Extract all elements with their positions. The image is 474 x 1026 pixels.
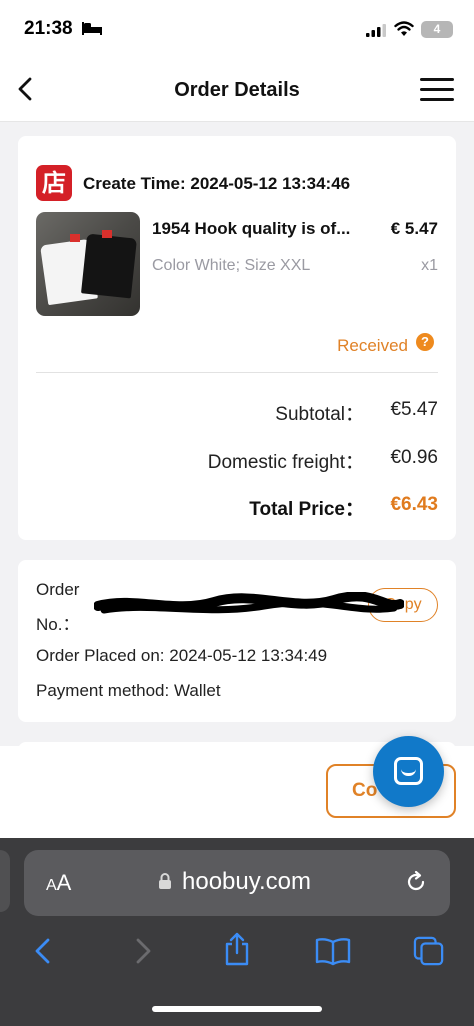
- product-image[interactable]: [36, 212, 140, 316]
- browser-forward-icon[interactable]: [128, 936, 158, 966]
- battery-indicator: 4: [421, 21, 453, 38]
- cellular-signal-icon: [366, 24, 386, 37]
- status-time: 21:38: [24, 18, 73, 39]
- divider: [36, 372, 438, 373]
- tag-graphic: [102, 230, 112, 238]
- freight-label: Domestic freight：: [207, 452, 364, 473]
- order-status: Received: [337, 336, 408, 355]
- help-icon[interactable]: ?: [416, 333, 434, 351]
- previous-tab-peek[interactable]: [0, 850, 10, 912]
- aa-large: A: [56, 870, 72, 895]
- share-icon[interactable]: [221, 932, 253, 966]
- order-placed-on: Order Placed on: 2024-05-12 13:34:49: [36, 646, 328, 665]
- address-bar[interactable]: AA hoobuy.com: [24, 850, 450, 916]
- reader-settings-button[interactable]: AA: [46, 870, 71, 896]
- browser-back-icon[interactable]: [28, 936, 58, 966]
- nav-bar: Order Details: [0, 60, 474, 122]
- tag-graphic: [70, 234, 80, 242]
- freight-value: €0.96: [390, 447, 438, 468]
- page-title: Order Details: [174, 79, 300, 101]
- product-price: € 5.47: [390, 219, 438, 238]
- product-quantity: x1: [421, 257, 438, 274]
- total-price-label: Total Price：: [249, 499, 364, 520]
- chat-support-button[interactable]: [373, 736, 444, 807]
- sleep-focus-icon: [82, 22, 102, 35]
- bookmarks-icon[interactable]: [314, 936, 352, 966]
- lock-icon: [159, 873, 171, 889]
- hamburger-menu-icon[interactable]: [420, 76, 456, 104]
- order-info-card: Order No.： Copy Order Placed on: 2024-05…: [18, 560, 456, 722]
- shop-icon[interactable]: 店: [36, 165, 72, 201]
- home-indicator: [152, 1006, 322, 1012]
- order-number-label-cont: No.：: [36, 615, 80, 634]
- status-bar: 21:38 4: [0, 0, 474, 60]
- create-time: Create Time: 2024-05-12 13:34:46: [83, 174, 351, 193]
- aa-small: A: [46, 877, 57, 894]
- order-number-label: Order: [36, 580, 80, 599]
- product-name[interactable]: 1954 Hook quality is of...: [152, 219, 374, 239]
- payment-method: Payment method: Wallet: [36, 681, 221, 700]
- wifi-icon: [394, 21, 414, 36]
- redaction-scribble: [94, 592, 404, 614]
- reload-icon[interactable]: [404, 870, 428, 894]
- product-variant: Color White; Size XXL: [152, 257, 311, 274]
- tabs-icon[interactable]: [412, 936, 446, 966]
- subtotal-label: Subtotal：: [275, 404, 364, 425]
- black-shirt-graphic: [81, 233, 137, 299]
- total-price-value: €6.43: [390, 494, 438, 515]
- subtotal-value: €5.47: [390, 399, 438, 420]
- order-summary-card: 店 Create Time: 2024-05-12 13:34:46 1954 …: [18, 136, 456, 540]
- url-text[interactable]: hoobuy.com: [182, 868, 311, 896]
- browser-toolbar: AA hoobuy.com: [0, 838, 474, 1026]
